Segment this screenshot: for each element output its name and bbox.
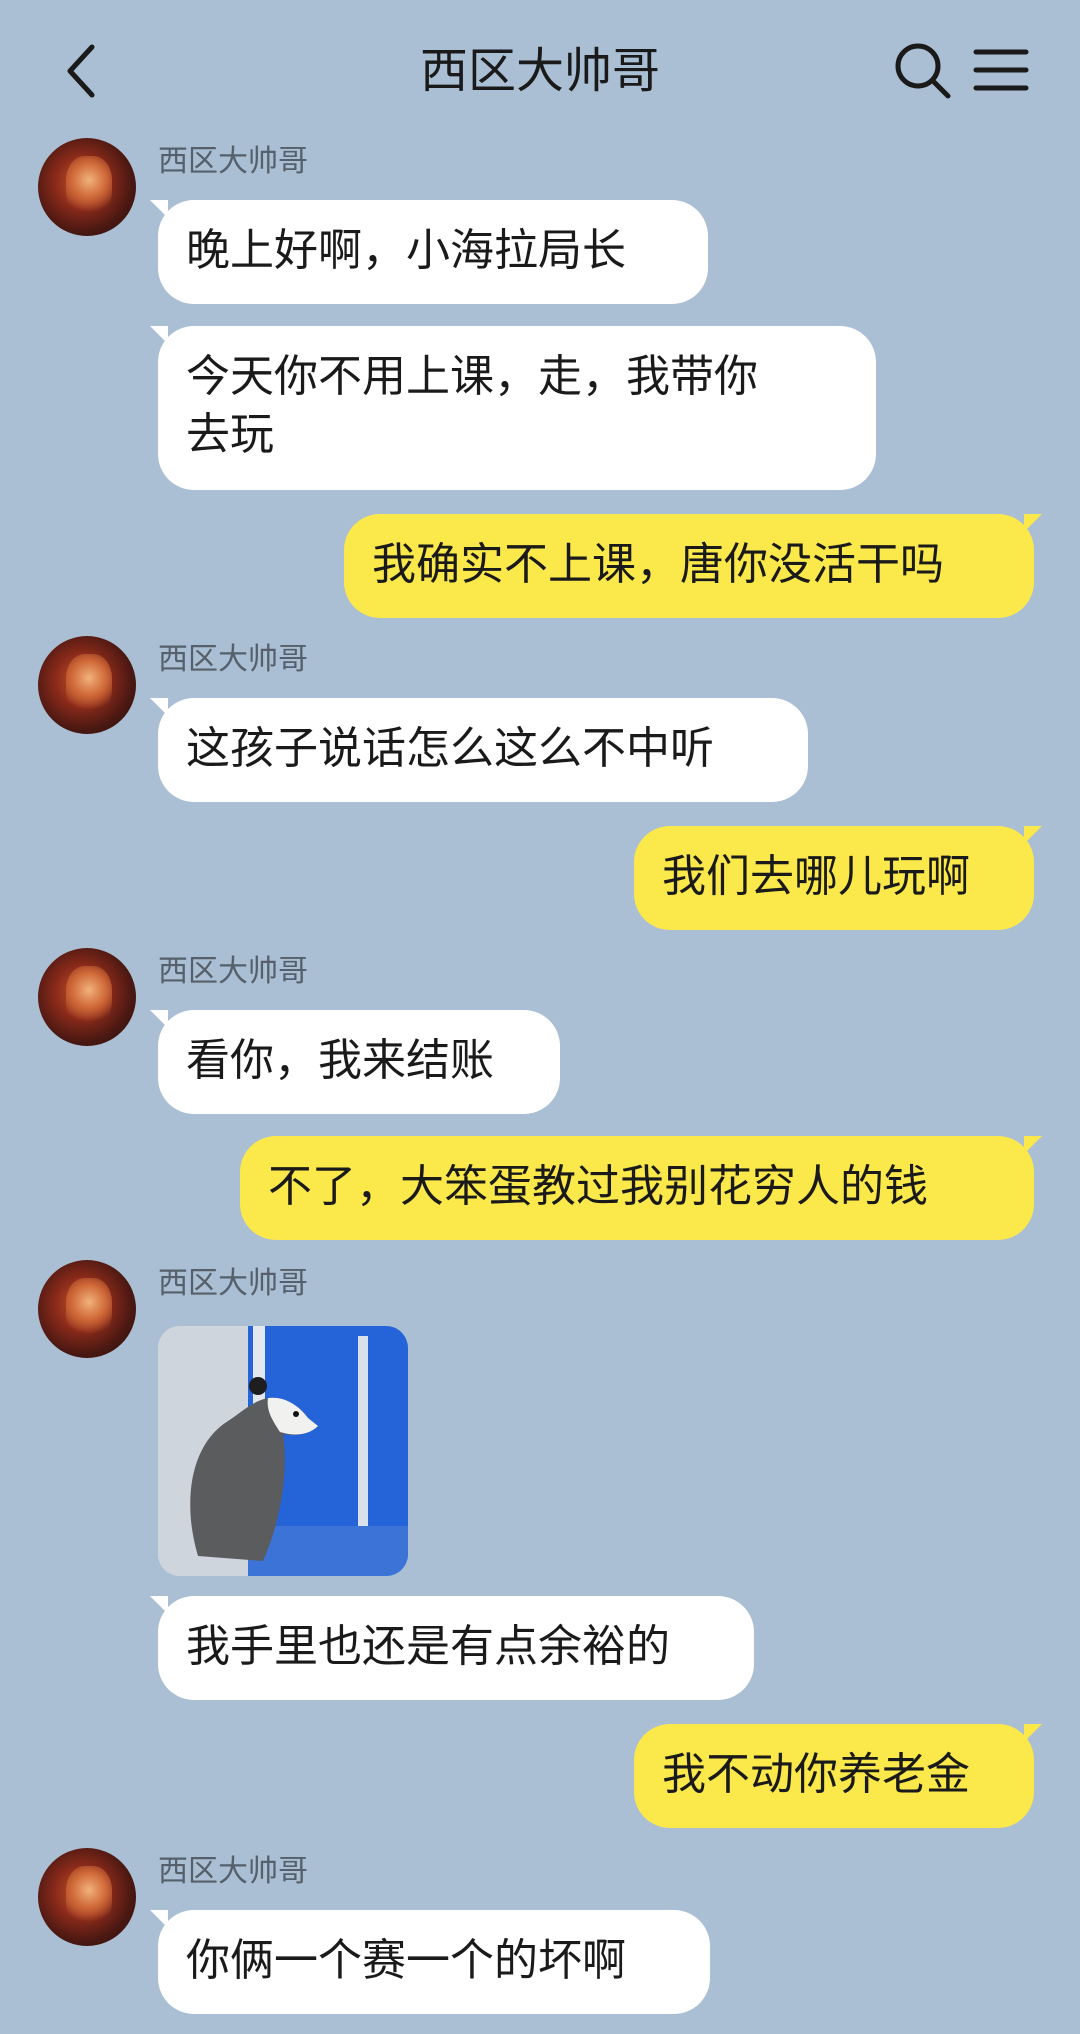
chat-header: 西区大帅哥 bbox=[0, 0, 1080, 140]
sender-name: 西区大帅哥 bbox=[158, 1266, 308, 1301]
contact-avatar[interactable] bbox=[38, 1260, 136, 1358]
sender-name: 西区大帅哥 bbox=[158, 1854, 308, 1889]
incoming-message[interactable]: 晚上好啊，小海拉局长 bbox=[150, 200, 708, 304]
incoming-message[interactable]: 你俩一个赛一个的坏啊 bbox=[150, 1910, 710, 2014]
incoming-message[interactable]: 看你，我来结账 bbox=[150, 1010, 560, 1114]
sender-name: 西区大帅哥 bbox=[158, 144, 308, 179]
menu-icon bbox=[973, 49, 1029, 91]
outgoing-message[interactable]: 我不动你养老金 bbox=[634, 1724, 1042, 1828]
sticker-image bbox=[158, 1326, 408, 1576]
back-button[interactable] bbox=[50, 36, 110, 106]
contact-avatar[interactable] bbox=[38, 948, 136, 1046]
search-button[interactable] bbox=[892, 38, 952, 102]
menu-button[interactable] bbox=[972, 38, 1032, 102]
incoming-message[interactable]: 我手里也还是有点余裕的 bbox=[150, 1596, 754, 1700]
outgoing-message[interactable]: 我确实不上课，唐你没活干吗 bbox=[344, 514, 1042, 618]
chevron-left-icon bbox=[67, 44, 95, 98]
contact-avatar[interactable] bbox=[38, 636, 136, 734]
incoming-message[interactable]: 这孩子说话怎么这么不中听 bbox=[150, 698, 808, 802]
sender-name: 西区大帅哥 bbox=[158, 642, 308, 677]
contact-avatar[interactable] bbox=[38, 1848, 136, 1946]
outgoing-message[interactable]: 我们去哪儿玩啊 bbox=[634, 826, 1042, 930]
search-icon bbox=[895, 43, 951, 99]
contact-avatar[interactable] bbox=[38, 138, 136, 236]
incoming-message[interactable]: 今天你不用上课，走，我带你 去玩 bbox=[150, 326, 876, 490]
outgoing-message[interactable]: 不了，大笨蛋教过我别花穷人的钱 bbox=[240, 1136, 1042, 1240]
sender-name: 西区大帅哥 bbox=[158, 954, 308, 989]
opossum-at-window-sticker[interactable] bbox=[158, 1326, 408, 1576]
